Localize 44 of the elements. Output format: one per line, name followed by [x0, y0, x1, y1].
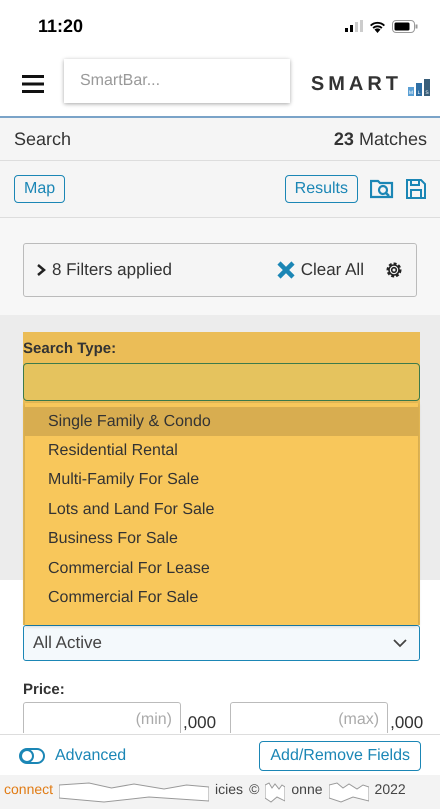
thousands-suffix: ,000 [390, 713, 424, 733]
dropdown-option[interactable]: Commercial For Lease [25, 554, 418, 584]
folder-search-icon[interactable] [370, 179, 394, 199]
dropdown-option[interactable]: Commercial For Sale [25, 583, 418, 613]
save-icon[interactable] [406, 179, 426, 199]
dropdown-option[interactable]: Residential Rental [25, 436, 418, 466]
clear-all-button[interactable]: Clear All [276, 260, 364, 280]
min-price-field[interactable]: (min) [23, 702, 181, 733]
wifi-icon [369, 20, 386, 32]
torn-edge [265, 781, 286, 803]
smartbar-field[interactable]: SmartBar... [64, 59, 290, 103]
footer-text: icies [215, 781, 244, 797]
chevron-icon[interactable] [36, 263, 46, 277]
field-label: Price: [23, 681, 66, 698]
status-select[interactable]: All Active [23, 625, 420, 661]
footer-text: 2022 [374, 781, 406, 797]
settings-icon[interactable] [384, 260, 404, 280]
logo-text: SMART [310, 72, 402, 96]
search-type-field[interactable] [23, 363, 420, 401]
filters-summary: 8 Filters applied [52, 260, 172, 280]
signal-icon [345, 20, 363, 32]
dropdown-option[interactable]: Business For Sale [25, 524, 418, 554]
search-title: Search [14, 128, 72, 150]
match-count: 23 Matches [334, 128, 427, 150]
footer-text: onne [291, 781, 323, 797]
torn-edge [328, 781, 369, 803]
dropdown-option[interactable]: Single Family & Condo [25, 407, 418, 436]
map-button[interactable]: Map [14, 175, 66, 203]
toggle-icon [19, 748, 45, 764]
menu-icon[interactable] [22, 75, 44, 93]
status-time: 11:20 [38, 16, 84, 36]
advanced-toggle[interactable]: Advanced [19, 746, 126, 764]
close-icon [276, 261, 295, 279]
battery-icon [392, 20, 418, 32]
thousands-suffix: ,000 [183, 713, 216, 733]
chevron-down-icon [393, 638, 407, 648]
results-button[interactable]: Results [284, 175, 358, 203]
footer-text: connect [4, 781, 54, 797]
add-remove-fields-button[interactable]: Add/Remove Fields [259, 740, 421, 770]
dropdown-option[interactable]: Lots and Land For Sale [25, 495, 418, 525]
max-price-field[interactable]: (max) [230, 702, 388, 733]
footer-text: © [249, 781, 260, 797]
dropdown-option[interactable]: Multi-Family For Sale [25, 466, 418, 496]
field-label: Search Type: [23, 340, 118, 357]
